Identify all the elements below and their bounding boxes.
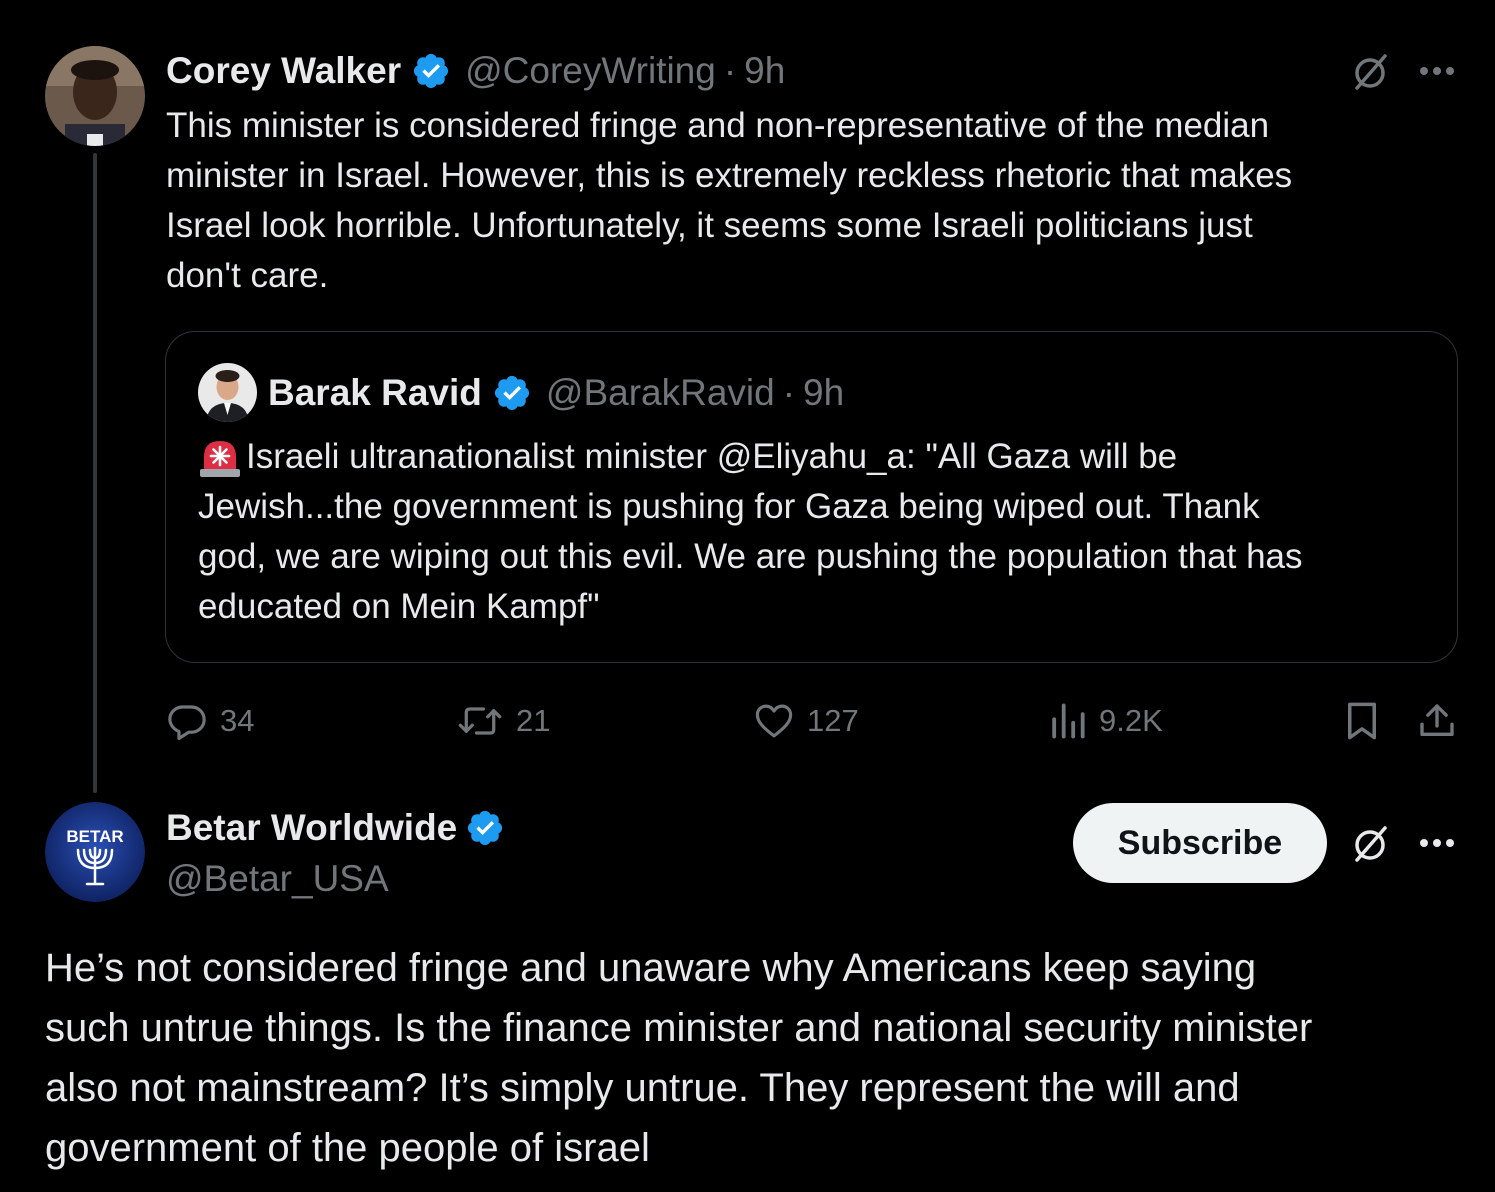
repost-count: 21: [516, 703, 551, 738]
share-upload-icon: [1420, 704, 1454, 736]
quote-time[interactable]: 9h: [803, 372, 844, 414]
author-name[interactable]: Corey Walker: [166, 50, 401, 92]
author-handle[interactable]: @CoreyWriting: [465, 50, 716, 92]
text-line: Israeli ultranationalist minister @Eliya…: [246, 437, 1178, 476]
text-line: god, we are wiping out this evil. We are…: [198, 537, 1303, 576]
avatar-betar-worldwide[interactable]: BETAR: [45, 802, 145, 902]
separator-dot: ·: [723, 50, 737, 91]
verified-badge-icon: [465, 808, 505, 848]
share-button[interactable]: [1415, 699, 1459, 743]
post2-header: Betar Worldwide: [166, 805, 505, 851]
quote-author-name[interactable]: Barak Ravid: [268, 372, 482, 414]
avatar-corey-walker[interactable]: [45, 46, 145, 146]
text-line: Jewish...the government is pushing for G…: [198, 487, 1260, 526]
post1-header: Corey Walker @CoreyWriting · 9h: [166, 48, 785, 94]
heart-icon: [755, 704, 793, 738]
grok-button[interactable]: [1347, 48, 1393, 94]
rotating-light-emoji-icon: [198, 435, 242, 479]
text-line: He’s not considered fringe and unaware w…: [45, 946, 1257, 990]
quote-text: Israeli ultranationalist minister @Eliya…: [198, 432, 1448, 632]
avatar-logo-text: BETAR: [66, 827, 123, 846]
quote-header: Barak Ravid @BarakRavid · 9h: [268, 370, 844, 416]
grok-button[interactable]: [1347, 820, 1393, 866]
more-dots-icon: [1420, 67, 1454, 75]
like-button[interactable]: 127: [753, 697, 859, 745]
verified-badge-icon: [492, 373, 532, 413]
post1-text: This minister is considered fringe and n…: [166, 101, 1456, 301]
text-line: minister in Israel. However, this is ext…: [166, 156, 1293, 195]
repost-icon: [458, 707, 502, 735]
more-options-button[interactable]: [1414, 820, 1460, 866]
reply-button[interactable]: 34: [166, 697, 254, 745]
reply-icon: [168, 705, 206, 741]
text-line: educated on Mein Kampf": [198, 587, 600, 626]
quote-author-handle[interactable]: @BarakRavid: [546, 372, 775, 414]
verified-badge-icon: [411, 51, 451, 91]
bookmark-icon: [1348, 702, 1376, 740]
text-line: This minister is considered fringe and n…: [166, 106, 1270, 145]
thread-connector-line: [93, 153, 97, 793]
text-line: Israel look horrible. Unfortunately, it …: [166, 206, 1253, 245]
separator-dot: ·: [782, 372, 796, 413]
reply-count: 34: [220, 703, 255, 738]
subscribe-button[interactable]: Subscribe: [1073, 803, 1327, 883]
text-line: government of the people of israel: [45, 1126, 650, 1170]
person-photo-avatar-small: [198, 363, 257, 422]
text-line: such untrue things. Is the finance minis…: [45, 1006, 1313, 1050]
author-handle[interactable]: @Betar_USA: [166, 856, 389, 902]
bookmark-button[interactable]: [1340, 699, 1384, 743]
slashed-circle-icon: [1355, 54, 1387, 90]
slashed-circle-icon: [1355, 826, 1387, 862]
person-photo-avatar: [45, 46, 145, 146]
views-count: 9.2K: [1099, 703, 1163, 738]
post2-text: He’s not considered fringe and unaware w…: [45, 938, 1485, 1178]
repost-button[interactable]: 21: [456, 697, 550, 745]
more-options-button[interactable]: [1414, 48, 1460, 94]
text-line: don't care.: [166, 256, 329, 295]
text-line: also not mainstream? It’s simply untrue.…: [45, 1066, 1240, 1110]
avatar-barak-ravid[interactable]: [198, 363, 257, 422]
more-dots-icon: [1420, 839, 1454, 847]
betar-logo-avatar: BETAR: [45, 802, 145, 902]
views-button[interactable]: 9.2K: [1049, 697, 1163, 745]
post-time[interactable]: 9h: [744, 50, 785, 92]
like-count: 127: [807, 703, 859, 738]
author-name[interactable]: Betar Worldwide: [166, 807, 457, 849]
views-chart-icon: [1052, 703, 1085, 739]
